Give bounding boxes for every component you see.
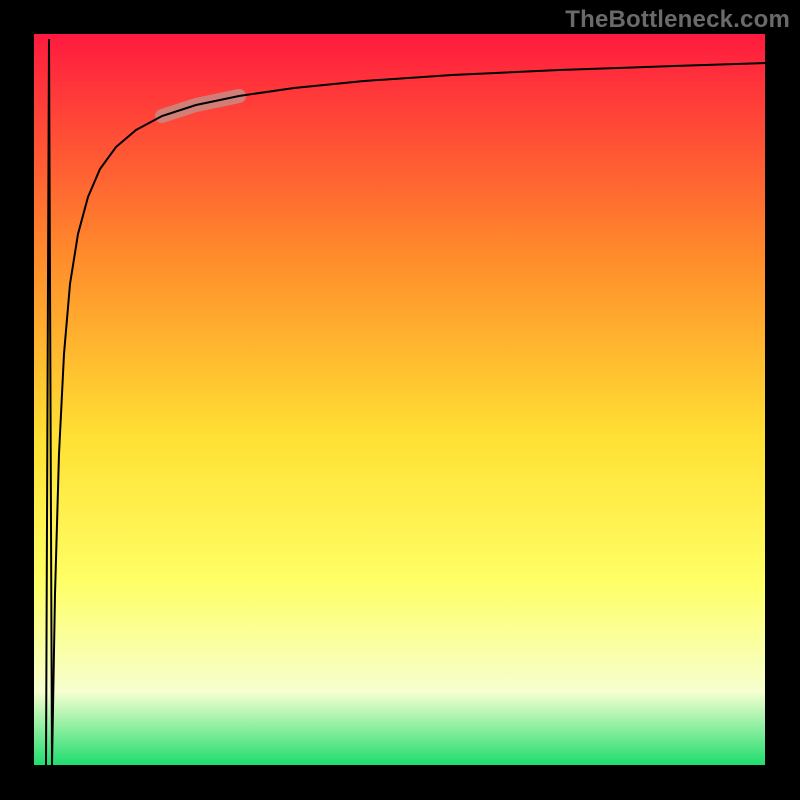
- plot-svg: [0, 0, 800, 800]
- gradient-panel: [34, 34, 765, 765]
- watermark-text: TheBottleneck.com: [565, 6, 790, 34]
- chart-canvas: TheBottleneck.com: [0, 0, 800, 800]
